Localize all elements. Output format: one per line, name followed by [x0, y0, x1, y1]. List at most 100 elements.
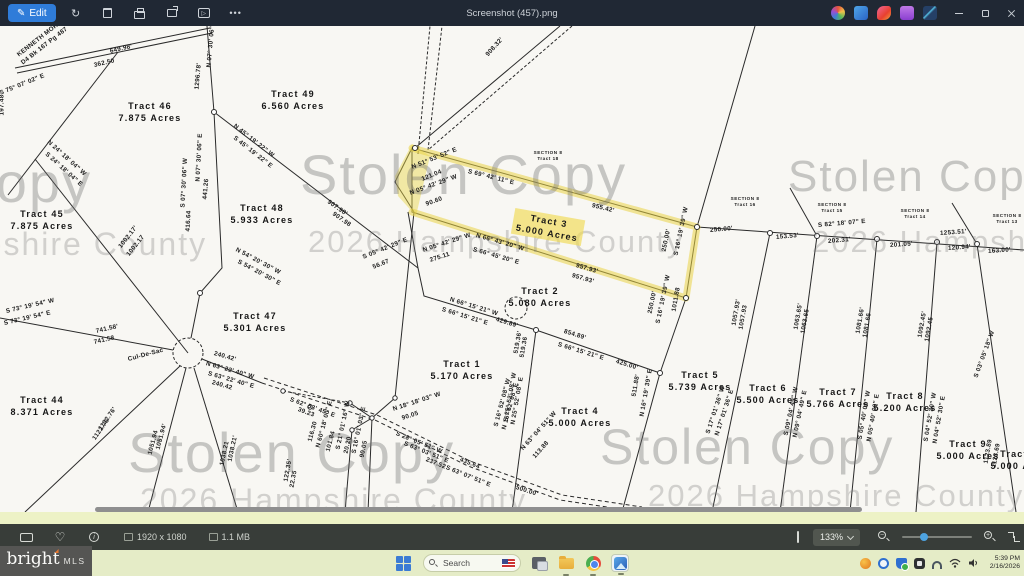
fullscreen-button[interactable] — [1002, 532, 1014, 542]
flag-icon — [502, 559, 515, 568]
rotate-icon: ↻ — [71, 7, 80, 20]
close-icon — [1007, 9, 1016, 18]
taskbar-search[interactable]: Search — [423, 554, 521, 572]
slideshow-button[interactable]: ▷ — [192, 4, 216, 22]
minimize-button[interactable] — [946, 0, 972, 26]
file-size: 1.1 MB — [209, 532, 251, 542]
slideshow-icon: ▷ — [198, 8, 210, 18]
photos-toolbar: ♡ i 1920 x 1080 1.1 MB 133% − + — [0, 524, 1024, 550]
filmstrip-button[interactable] — [18, 529, 34, 545]
tract-label: Tract 496.560 Acres — [262, 88, 325, 112]
tray-app-icon-orange[interactable] — [860, 558, 871, 569]
collage-icon[interactable] — [900, 6, 914, 20]
rotate-button[interactable]: ↻ — [64, 4, 88, 22]
tray-app-icon-dark[interactable] — [914, 558, 925, 569]
image-dimensions: 1920 x 1080 — [124, 532, 187, 542]
task-view-icon — [532, 557, 546, 569]
clock-time: 5:39 PM — [990, 555, 1020, 563]
pencil-icon: ✎ — [17, 8, 25, 19]
windows-taskbar: Search 5:39 PM 2/16/2026 — [0, 550, 1024, 576]
search-placeholder: Search — [443, 558, 470, 568]
print-button[interactable] — [128, 4, 152, 22]
auto-enhance-icon[interactable] — [854, 6, 868, 20]
volume-icon[interactable] — [968, 558, 979, 568]
tract-label: Tract 45.000 Acres — [549, 405, 612, 429]
brightmls-logo: bright MLS — [0, 546, 92, 576]
photo-canvas[interactable]: Stolen CopyStolen CopyStolen CopyStolen … — [0, 26, 1024, 512]
visual-search-icon[interactable] — [877, 6, 891, 20]
photos-icon — [614, 557, 627, 570]
info-button[interactable]: i — [86, 529, 102, 545]
bearing-label: 197.48 — [0, 94, 6, 115]
file-size-value: 1.1 MB — [222, 532, 251, 542]
minimize-icon — [955, 13, 963, 14]
more-icon: ••• — [229, 8, 241, 18]
zoom-in-icon: + — [984, 531, 992, 539]
tract-label: Tract 485.933 Acres — [231, 202, 294, 226]
delete-button[interactable] — [96, 4, 120, 22]
tract-label: Tract 475.301 Acres — [224, 310, 287, 334]
file-icon — [209, 533, 218, 541]
zoom-slider-thumb[interactable] — [920, 533, 928, 541]
canvas-edge-band — [0, 512, 1024, 524]
zoom-slider[interactable] — [902, 536, 972, 538]
color-filter-icon[interactable] — [831, 6, 845, 20]
zoom-level-dropdown[interactable]: 133% — [813, 529, 860, 546]
edit-button[interactable]: ✎ Edit — [8, 4, 56, 22]
heart-icon: ♡ — [55, 530, 66, 544]
image-icon — [124, 533, 133, 541]
close-button[interactable] — [998, 0, 1024, 26]
file-explorer-button[interactable] — [557, 554, 575, 572]
info-icon: i — [89, 532, 99, 542]
section-label: SECTION 8Tract 16 — [731, 196, 760, 208]
brightmls-sub-text: MLS — [64, 556, 86, 566]
wifi-icon[interactable] — [949, 558, 961, 568]
zoom-out-icon: − — [878, 531, 886, 539]
zoom-out-button[interactable]: − — [878, 531, 890, 543]
tract-label: Tract 75.766 Acres — [807, 386, 870, 410]
folder-icon — [559, 558, 574, 569]
image-dimensions-value: 1920 x 1080 — [137, 532, 187, 542]
maximize-button[interactable] — [972, 0, 998, 26]
tract-label: Tract 15.170 Acres — [431, 358, 494, 382]
zoom-in-button[interactable]: + — [984, 531, 996, 543]
trash-icon — [103, 8, 112, 18]
titlebar: ✎ Edit ↻ ▷ ••• Screenshot (457).png — [0, 0, 1024, 26]
section-label: SECTION 8Tract 15 — [818, 202, 847, 214]
taskbar-clock[interactable]: 5:39 PM 2/16/2026 — [990, 555, 1020, 571]
share-button[interactable] — [160, 4, 184, 22]
fit-to-window-button[interactable] — [797, 532, 799, 542]
tract-label: Tract 448.371 Acres — [11, 394, 74, 418]
start-button[interactable] — [396, 556, 411, 571]
maximize-icon — [982, 10, 989, 17]
more-button[interactable]: ••• — [224, 4, 248, 22]
photos-app-button[interactable] — [611, 554, 629, 572]
fit-to-window-icon — [797, 531, 799, 543]
favorite-button[interactable]: ♡ — [52, 529, 68, 545]
share-icon — [167, 9, 177, 17]
edit-button-label: Edit — [29, 8, 46, 19]
brightmls-brand-text: bright — [6, 546, 59, 572]
filmstrip-icon — [20, 533, 33, 542]
chevron-down-icon — [847, 532, 854, 539]
markup-icon[interactable] — [923, 6, 937, 20]
security-shield-icon[interactable] — [896, 558, 907, 569]
section-label: SECTION 8Tract 18 — [534, 150, 563, 162]
task-view-button[interactable] — [530, 554, 548, 572]
system-tray: 5:39 PM 2/16/2026 — [860, 550, 1020, 576]
chrome-icon — [586, 556, 601, 571]
printer-icon — [134, 11, 145, 19]
headset-icon[interactable] — [932, 561, 942, 569]
tract-label: Tract 457.875 Acres — [11, 208, 74, 232]
photos-app-window: ✎ Edit ↻ ▷ ••• Screenshot (457).png — [0, 0, 1024, 576]
clock-date: 2/16/2026 — [990, 563, 1020, 571]
tract-label: Tract 25.080 Acres — [509, 285, 572, 309]
zoom-level-value: 133% — [820, 532, 843, 542]
tract-label: Tract 467.875 Acres — [119, 100, 182, 124]
search-icon — [429, 559, 438, 568]
section-label: SECTION 8Tract 13 — [993, 213, 1022, 225]
bearing-label: 416.64 — [185, 210, 193, 231]
tray-app-icon-blue[interactable] — [878, 558, 889, 569]
chrome-button[interactable] — [584, 554, 602, 572]
section-label: SECTION 8Tract 14 — [901, 208, 930, 220]
